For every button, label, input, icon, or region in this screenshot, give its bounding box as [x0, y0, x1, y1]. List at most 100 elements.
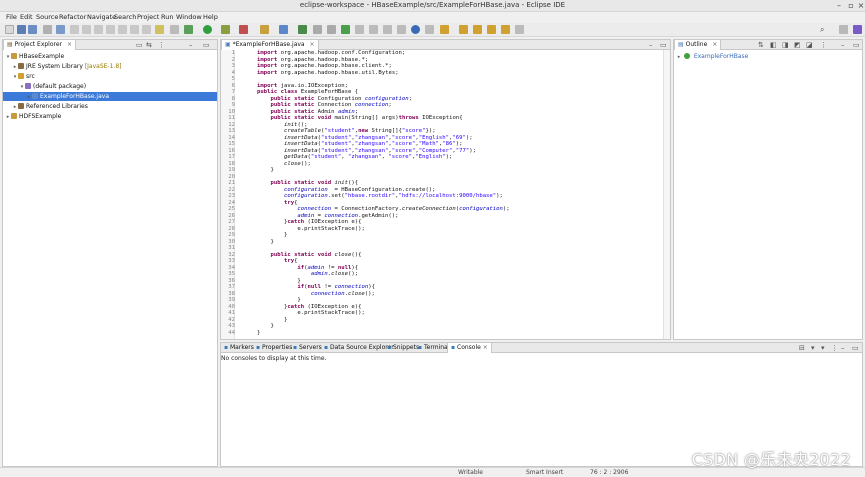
save-all-icon[interactable] [28, 25, 37, 34]
outline-item[interactable]: ▸ ExampleForHBase [676, 52, 862, 61]
tree-item[interactable]: ▸ JRE System Library [JavaSE-1.8] [3, 62, 217, 71]
close-icon[interactable]: × [856, 1, 865, 10]
hide-non-public-icon[interactable]: ◩ [794, 41, 801, 49]
menu-edit[interactable]: Edit [20, 13, 33, 21]
tab-servers[interactable]: ▪ Servers [290, 343, 325, 353]
maximize-view-icon[interactable]: ▭ [203, 41, 210, 49]
last-edit-location-icon[interactable] [440, 25, 449, 34]
minimize-view-icon[interactable]: – [649, 41, 653, 49]
code-area[interactable]: 1 import org.apache.hadoop.conf.Configura… [221, 50, 662, 339]
external-tools-icon[interactable] [239, 25, 248, 34]
history-back-icon[interactable] [487, 25, 496, 34]
expand-icon[interactable]: ▸ [676, 53, 682, 62]
save-icon[interactable] [17, 25, 26, 34]
minimize-icon[interactable]: – [834, 1, 844, 10]
editor-scrollbar[interactable] [663, 50, 670, 339]
menu-project[interactable]: Project [137, 13, 159, 21]
search-toolbar-icon[interactable] [327, 25, 336, 34]
menu-search[interactable]: Search [114, 13, 136, 21]
terminate-icon[interactable] [106, 25, 115, 34]
close-tab-icon[interactable]: × [310, 41, 315, 48]
tree-item[interactable]: ▸ HDFSExample [3, 112, 217, 121]
resume-icon[interactable] [82, 25, 91, 34]
tree-item[interactable]: ▸ ExampleForHBase.java [3, 92, 217, 101]
open-console-icon[interactable]: ▾ [821, 344, 825, 352]
pin-editor-icon[interactable] [425, 25, 434, 34]
maximize-icon[interactable]: ▫ [846, 1, 856, 10]
suspend-icon[interactable] [94, 25, 103, 34]
pin-console-icon[interactable]: ⊟ [799, 344, 805, 352]
skip-breakpoints-icon[interactable] [70, 25, 79, 34]
use-step-filters-icon[interactable] [170, 25, 179, 34]
new-java-project-icon[interactable] [260, 25, 269, 34]
debug-icon[interactable] [184, 25, 193, 34]
back-icon[interactable] [459, 25, 468, 34]
minimize-view-icon[interactable]: – [841, 344, 845, 352]
hide-static-icon[interactable]: ◨ [782, 41, 789, 49]
step-over-icon[interactable] [130, 25, 139, 34]
view-menu-icon[interactable]: ⋮ [158, 41, 165, 49]
step-return-icon[interactable] [142, 25, 151, 34]
menu-help[interactable]: Help [203, 13, 218, 21]
minimize-view-icon[interactable]: – [841, 41, 845, 49]
coverage-icon[interactable] [221, 25, 230, 34]
tree-item[interactable]: ▾ HBaseExample [3, 52, 217, 61]
tab-editor-file[interactable]: ▣ *ExampleForHBase.java × [221, 40, 319, 50]
tab-properties[interactable]: ▪ Properties [253, 343, 295, 353]
show-whitespace-icon[interactable] [369, 25, 378, 34]
open-perspective-icon[interactable] [839, 25, 848, 34]
status-cursor-position: 76 : 2 : 2906 [590, 469, 629, 476]
history-forward-icon[interactable] [501, 25, 510, 34]
maximize-view-icon[interactable]: ▭ [852, 344, 859, 352]
search-icon[interactable]: ⌕ [820, 25, 824, 35]
open-type-icon[interactable] [313, 25, 322, 34]
menu-run[interactable]: Run [161, 13, 173, 21]
display-console-icon[interactable]: ▾ [811, 344, 815, 352]
tree-item[interactable]: ▸ Referenced Libraries [3, 102, 217, 111]
tab-outline[interactable]: ▤ Outline × [674, 40, 722, 50]
toggle-mark-occurrences-icon[interactable] [341, 25, 350, 34]
maximize-view-icon[interactable]: ▭ [660, 41, 667, 49]
new-package-icon[interactable] [279, 25, 288, 34]
tab-console[interactable]: ▪ Console × [447, 343, 492, 353]
next-annotation-icon[interactable] [383, 25, 392, 34]
hide-local-types-icon[interactable]: ◪ [806, 41, 813, 49]
menu-navigate[interactable]: Navigate [87, 13, 116, 21]
minimize-view-icon[interactable]: – [189, 41, 193, 49]
print-icon[interactable] [43, 25, 52, 34]
maximize-view-icon[interactable]: ▭ [853, 41, 860, 49]
close-tab-icon[interactable]: × [712, 41, 717, 48]
sort-icon[interactable]: ⇅ [758, 41, 764, 49]
step-into-icon[interactable] [118, 25, 127, 34]
menu-refactor[interactable]: Refactor [59, 13, 86, 21]
previous-annotation-icon[interactable] [397, 25, 406, 34]
view-menu-icon[interactable]: ⋮ [831, 344, 838, 352]
close-tab-icon[interactable]: × [67, 41, 72, 48]
forward-icon[interactable] [473, 25, 482, 34]
close-tab-icon[interactable]: × [483, 344, 488, 351]
tree-item-label: HDFSExample [19, 113, 62, 120]
toggle-block-selection-icon[interactable] [355, 25, 364, 34]
tab-project-explorer-label: Project Explorer [14, 41, 63, 48]
tree-item[interactable]: ▾ src [3, 72, 217, 81]
run-icon[interactable] [203, 25, 212, 34]
tab-markers[interactable]: ▪ Markers [221, 343, 257, 353]
link-with-editor-icon[interactable]: ⇆ [146, 41, 152, 49]
menu-source[interactable]: Source [36, 13, 58, 21]
drop-to-frame-icon[interactable] [155, 25, 164, 34]
tree-item[interactable]: ▾ (default package) [3, 82, 217, 91]
tab-project-explorer[interactable]: ▤ Project Explorer × [3, 40, 76, 50]
tree-item-label: (default package) [33, 83, 87, 90]
menu-file[interactable]: File [6, 13, 17, 21]
new-icon[interactable] [5, 25, 14, 34]
view-menu-icon[interactable]: ⋮ [820, 41, 827, 49]
java-perspective-icon[interactable] [853, 25, 862, 34]
collapse-all-icon[interactable]: ▭ [136, 41, 143, 49]
terminal-icon[interactable] [56, 25, 65, 34]
menu-window[interactable]: Window [176, 13, 202, 21]
code-line[interactable]: 44} [221, 330, 662, 337]
web-browser-icon[interactable] [411, 25, 420, 34]
navigate-menu-icon[interactable] [515, 25, 524, 34]
new-class-icon[interactable] [298, 25, 307, 34]
hide-fields-icon[interactable]: ◧ [770, 41, 777, 49]
